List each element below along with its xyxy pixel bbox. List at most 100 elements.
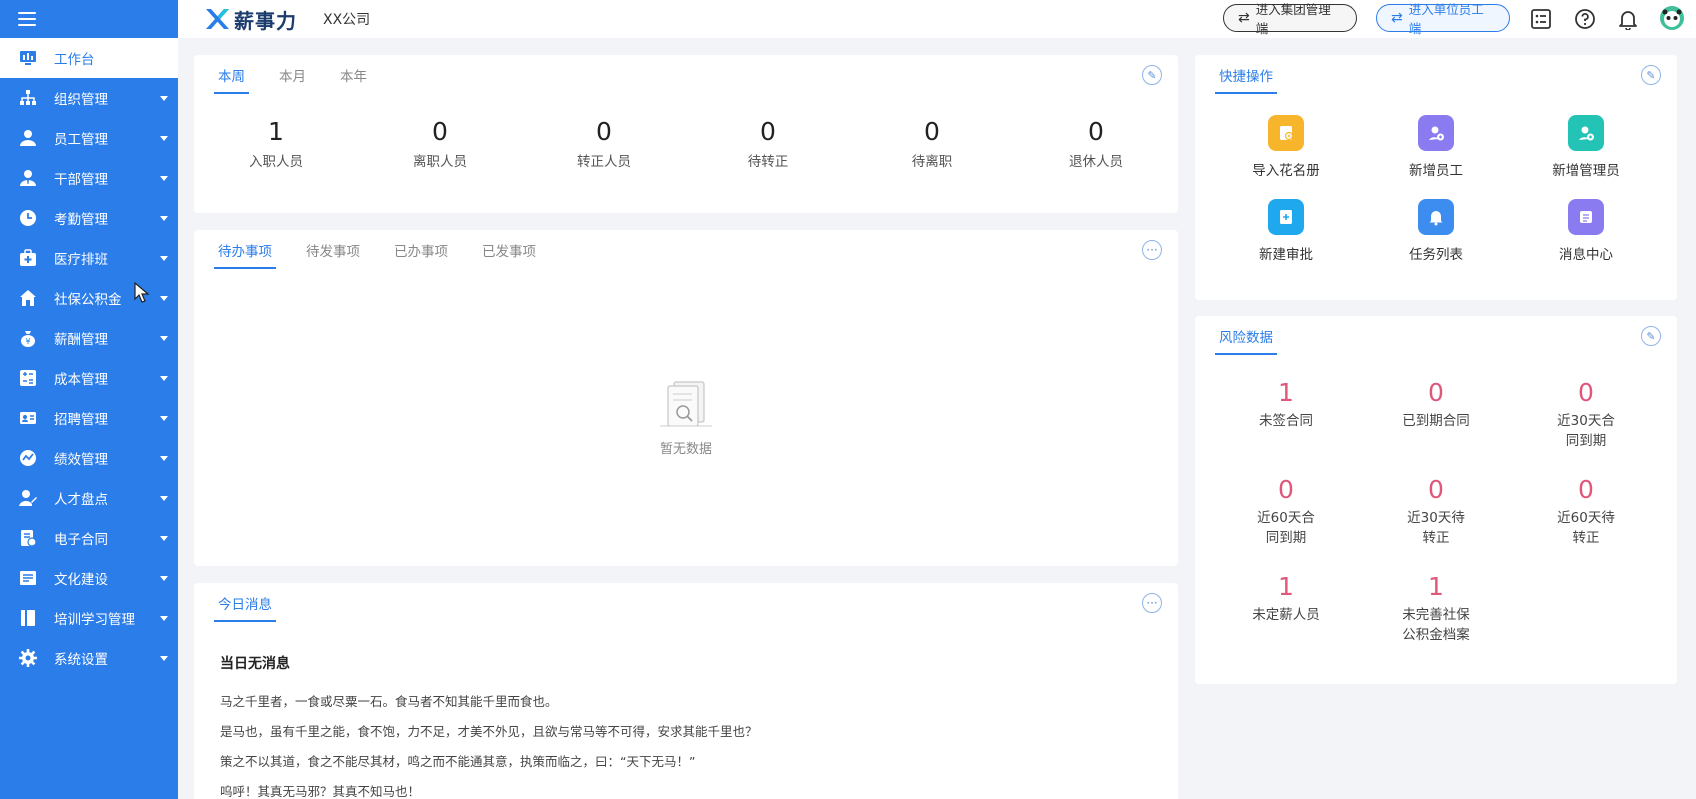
risk-label: 近60天待转正 <box>1557 510 1615 546</box>
today-message-card: 今日消息 ··· 当日无消息 马之千里者，一食或尽粟一石。食马者不知其能千里而食… <box>194 583 1178 799</box>
sidebar-item-1[interactable]: 组织管理 <box>0 78 178 118</box>
stat-item[interactable]: 0 退休人员 <box>1014 117 1178 170</box>
switch-icon: ⇄ <box>1238 10 1250 26</box>
dashboard-icon <box>18 48 38 68</box>
tab-risk-data[interactable]: 风险数据 <box>1215 326 1277 355</box>
stat-item[interactable]: 0 待离职 <box>850 117 1014 170</box>
tab-todo-1[interactable]: 待发事项 <box>302 240 364 269</box>
sidebar-item-5[interactable]: 医疗排班 <box>0 238 178 278</box>
risk-item[interactable]: 0 近60天待转正 <box>1511 475 1661 548</box>
help-icon[interactable] <box>1573 7 1597 31</box>
stat-item[interactable]: 1 入职人员 <box>194 117 358 170</box>
avatar[interactable] <box>1659 5 1685 31</box>
stat-label: 入职人员 <box>249 154 303 170</box>
risk-item[interactable]: 0 已到期合同 <box>1361 378 1511 451</box>
house-icon <box>18 288 38 308</box>
tab-period-2[interactable]: 本年 <box>336 65 371 94</box>
risk-value: 0 <box>1428 475 1444 504</box>
edit-icon[interactable]: ✎ <box>1641 65 1661 85</box>
sidebar-item-0[interactable]: 工作台 <box>0 38 178 78</box>
medical-icon <box>18 248 38 268</box>
quick-action-label: 任务列表 <box>1409 247 1463 263</box>
risk-value: 0 <box>1578 475 1594 504</box>
quick-action-1[interactable]: 新增员工 <box>1361 115 1511 179</box>
sidebar-item-9[interactable]: 招聘管理 <box>0 398 178 438</box>
message-center-icon <box>1568 199 1604 235</box>
performance-icon <box>18 448 38 468</box>
tab-todo-0[interactable]: 待办事项 <box>214 240 276 269</box>
sidebar-item-15[interactable]: 系统设置 <box>0 638 178 678</box>
chevron-down-icon <box>160 416 168 421</box>
chevron-down-icon <box>160 136 168 141</box>
logo-x-icon <box>204 6 230 32</box>
tab-todo-3[interactable]: 已发事项 <box>478 240 540 269</box>
chevron-down-icon <box>160 456 168 461</box>
checklist-icon[interactable] <box>1529 7 1553 31</box>
quick-action-2[interactable]: 新增管理员 <box>1511 115 1661 179</box>
sidebar-item-label: 文化建设 <box>54 572 108 588</box>
mouse-cursor-icon <box>134 281 150 308</box>
contract-icon <box>18 528 38 548</box>
sidebar-item-8[interactable]: 成本管理 <box>0 358 178 398</box>
chevron-down-icon <box>160 376 168 381</box>
stat-value: 0 <box>1088 117 1104 146</box>
chevron-down-icon <box>160 496 168 501</box>
notification-bell-icon[interactable] <box>1616 7 1640 31</box>
menu-toggle-button[interactable] <box>0 0 178 38</box>
chevron-down-icon <box>160 176 168 181</box>
message-line: 是马也，虽有千里之能，食不饱，力不足，才美不外见，且欲与常马等不可得，安求其能千… <box>220 724 758 739</box>
risk-label: 未定薪人员 <box>1252 607 1320 623</box>
quick-action-label: 新建审批 <box>1259 247 1313 263</box>
quick-action-5[interactable]: 消息中心 <box>1511 199 1661 263</box>
org-chart-icon <box>18 88 38 108</box>
tab-period-0[interactable]: 本周 <box>214 65 249 94</box>
quick-action-0[interactable]: 导入花名册 <box>1211 115 1361 179</box>
risk-item[interactable]: 1 未完善社保公积金档案 <box>1361 572 1511 645</box>
sidebar-item-6[interactable]: 社保公积金 <box>0 278 178 318</box>
more-icon[interactable]: ··· <box>1142 593 1162 613</box>
stat-label: 待转正 <box>747 154 789 170</box>
sidebar-item-11[interactable]: 人才盘点 <box>0 478 178 518</box>
new-approval-icon <box>1268 199 1304 235</box>
tab-today-message[interactable]: 今日消息 <box>214 593 276 622</box>
risk-value: 1 <box>1428 572 1444 601</box>
risk-item[interactable]: 0 近60天合同到期 <box>1211 475 1361 548</box>
risk-value: 1 <box>1278 572 1294 601</box>
enter-unit-employee-button[interactable]: ⇄ 进入单位员工端 <box>1376 2 1510 36</box>
stat-item[interactable]: 0 转正人员 <box>522 117 686 170</box>
stat-value: 1 <box>268 117 284 146</box>
tab-quick-actions[interactable]: 快捷操作 <box>1215 65 1277 94</box>
edit-icon[interactable]: ✎ <box>1641 326 1661 346</box>
switch-icon: ⇄ <box>1391 10 1403 26</box>
more-icon[interactable]: ··· <box>1142 240 1162 260</box>
edit-icon[interactable]: ✎ <box>1142 65 1162 85</box>
sidebar-item-label: 薪酬管理 <box>54 332 108 348</box>
sidebar-item-4[interactable]: 考勤管理 <box>0 198 178 238</box>
quick-action-3[interactable]: 新建审批 <box>1211 199 1361 263</box>
bell-icon <box>1418 199 1454 235</box>
sidebar-item-7[interactable]: ¥ 薪酬管理 <box>0 318 178 358</box>
quick-action-4[interactable]: 任务列表 <box>1361 199 1511 263</box>
risk-item[interactable]: 1 未定薪人员 <box>1211 572 1361 645</box>
sidebar-item-3[interactable]: 干部管理 <box>0 158 178 198</box>
tab-todo-2[interactable]: 已办事项 <box>390 240 452 269</box>
enter-group-admin-button[interactable]: ⇄ 进入集团管理端 <box>1223 2 1357 36</box>
sidebar-item-13[interactable]: 文化建设 <box>0 558 178 598</box>
logo[interactable]: 薪事力 <box>204 5 297 34</box>
risk-item[interactable]: 0 近30天待转正 <box>1361 475 1511 548</box>
sidebar-item-2[interactable]: 员工管理 <box>0 118 178 158</box>
message-body: 马之千里者，一食或尽粟一石。食马者不知其能千里而食也。 是马也，虽有千里之能，食不… <box>220 687 758 799</box>
sidebar-item-14[interactable]: 培训学习管理 <box>0 598 178 638</box>
tab-period-1[interactable]: 本月 <box>275 65 310 94</box>
chevron-down-icon <box>160 96 168 101</box>
book-icon <box>18 608 38 628</box>
risk-item[interactable]: 0 近30天合同到期 <box>1511 378 1661 451</box>
sidebar-item-10[interactable]: 绩效管理 <box>0 438 178 478</box>
sidebar-item-12[interactable]: 电子合同 <box>0 518 178 558</box>
company-name[interactable]: XX公司 <box>323 9 370 29</box>
risk-item[interactable]: 1 未签合同 <box>1211 378 1361 451</box>
stat-item[interactable]: 0 离职人员 <box>358 117 522 170</box>
enter-group-admin-label: 进入集团管理端 <box>1255 2 1331 36</box>
stat-item[interactable]: 0 待转正 <box>686 117 850 170</box>
gear-icon <box>18 648 38 668</box>
